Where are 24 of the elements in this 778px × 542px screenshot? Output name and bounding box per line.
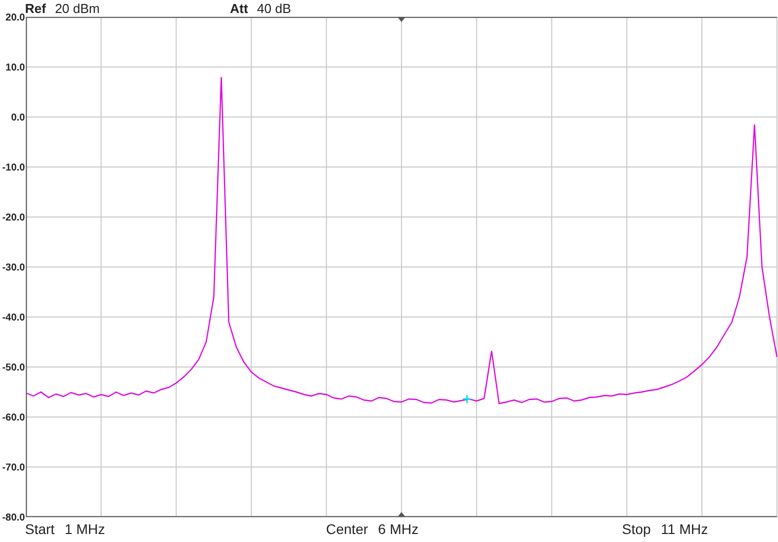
y-tick-label: -30.0 (2, 262, 25, 274)
frequency-label: Stop (622, 520, 651, 539)
y-tick-label: -40.0 (2, 312, 25, 324)
setting-label: Ref (25, 2, 46, 15)
y-tick-label: 20.0 (6, 12, 25, 24)
frequency-label: Center (326, 520, 368, 539)
frequency-label: Start (25, 521, 55, 539)
y-tick-label: -50.0 (2, 362, 25, 374)
frequency-value: 11 MHz (660, 520, 708, 539)
center-marker-icon (398, 512, 406, 517)
frequency-value: 6 MHz (378, 520, 418, 539)
setting-label: Att (230, 2, 248, 15)
y-tick-label: -60.0 (2, 412, 25, 424)
y-tick-label: 0.0 (11, 112, 25, 124)
y-tick-label: -70.0 (2, 462, 25, 474)
y-tick-label: -20.0 (2, 212, 25, 224)
setting-value: 20 dBm (54, 2, 100, 15)
y-tick-label: -80.0 (2, 512, 25, 524)
center-marker-icon (398, 17, 406, 22)
y-tick-label: -10.0 (2, 162, 25, 174)
frequency-value: 1 MHz (64, 520, 106, 539)
marker-icon (462, 394, 472, 404)
y-tick-label: 10.0 (6, 62, 25, 74)
setting-value: 40 dB (257, 2, 292, 15)
